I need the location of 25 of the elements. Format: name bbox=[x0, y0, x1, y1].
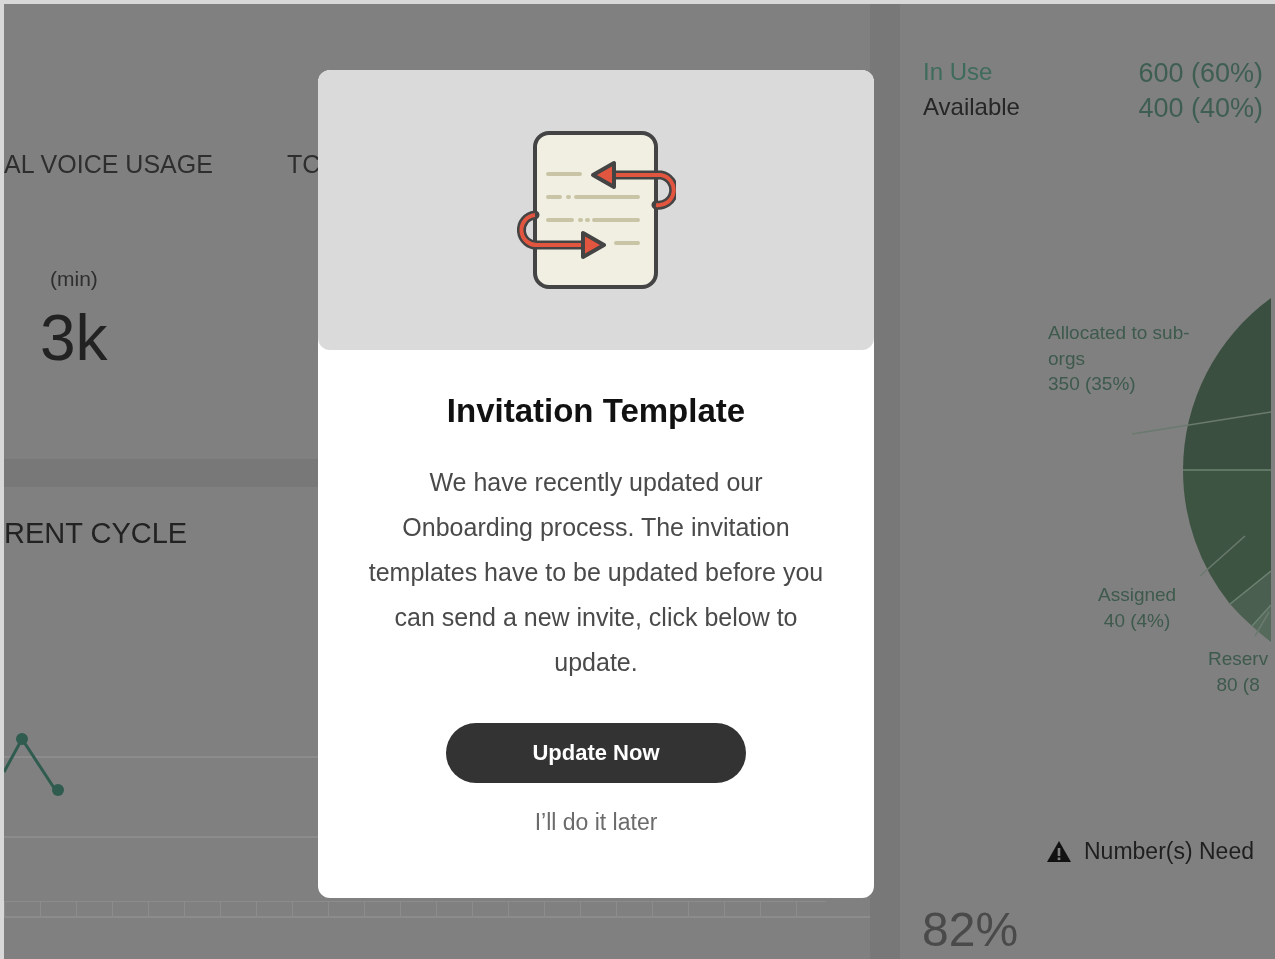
slice-label: Allocated to sub-orgs bbox=[1048, 321, 1191, 371]
slice-value: 350 (35%) bbox=[1048, 372, 1137, 397]
legend-label: Available bbox=[923, 93, 1021, 122]
warning-icon bbox=[1046, 840, 1072, 863]
legend-value: 600 (60%) bbox=[1138, 58, 1263, 89]
document-swap-icon bbox=[516, 130, 676, 290]
slice-label: Assigned bbox=[1098, 583, 1177, 607]
leader-line bbox=[1254, 611, 1270, 637]
tile-title: TC bbox=[287, 150, 321, 179]
modal-message: We have recently updated our Onboarding process. The invitation templates have to be updated before you can send a new invite, click below to update. bbox=[368, 467, 824, 678]
unit-label: (min) bbox=[50, 267, 98, 291]
legend-label: In Use bbox=[923, 58, 994, 87]
legend-value: 400 (40%) bbox=[1138, 93, 1263, 124]
slice-label: Reserv bbox=[1208, 647, 1269, 671]
usage-value: 3k bbox=[40, 301, 108, 375]
leader-line bbox=[1199, 535, 1246, 577]
line-chart-drawing bbox=[4, 733, 64, 796]
warning-text: Number(s) Need bbox=[1084, 838, 1254, 865]
update-now-button[interactable]: Update Now bbox=[446, 723, 746, 783]
modal-title: Invitation Template bbox=[446, 392, 746, 430]
tile-title: AL VOICE USAGE bbox=[4, 150, 214, 179]
section-title: RENT CYCLE bbox=[4, 517, 188, 550]
do-it-later-link[interactable]: I’ll do it later bbox=[534, 809, 658, 836]
slice-value: 40 (4%) bbox=[1102, 608, 1172, 633]
slice-value: 80 (8 bbox=[1215, 672, 1261, 697]
